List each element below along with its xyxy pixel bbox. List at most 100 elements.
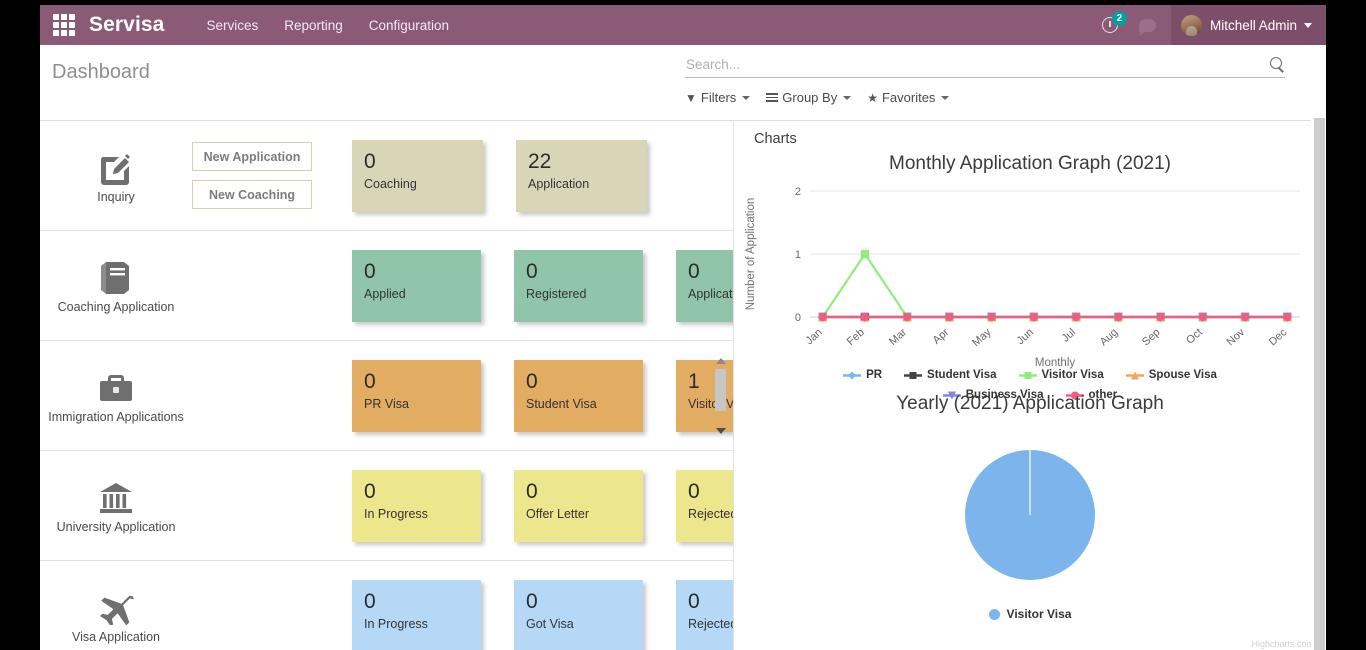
chat-bubble-icon [1139,18,1157,36]
kpi-label: Rejected [688,616,734,631]
svg-text:2: 2 [795,186,801,198]
messages-menu[interactable] [1129,5,1167,45]
favorites-dropdown[interactable]: ★ Favorites [867,90,950,105]
legend-item[interactable]: PR [843,369,882,381]
svg-text:Number of Application: Number of Application [745,198,757,311]
dashboard-row-visa-application: Visa Application 0 In Progress 0 Got Vis… [40,561,733,650]
legend-item[interactable]: Visitor Visa [1018,369,1104,381]
legend-symbol-icon [904,370,923,381]
kpi-card-coaching[interactable]: 0 Coaching [352,139,483,212]
kpi-card-pr-visa[interactable]: 0 PR Visa [352,359,481,432]
chevron-down-icon [1304,22,1312,28]
kpi-label: Application [528,176,590,191]
dashboard-content: Inquiry New Application New Coaching 0 C… [40,121,1326,650]
briefcase-icon [97,367,135,405]
kpi-label: PR Visa [364,396,409,411]
kpi-card-application[interactable]: 22 Application [516,139,647,212]
kpi-label: In Progress [364,616,428,631]
category-label: University Application [56,519,176,534]
svg-text:Sep: Sep [1140,326,1163,348]
dashboard-row-inquiry: Inquiry New Application New Coaching 0 C… [40,121,733,231]
apps-grid-icon[interactable] [53,14,75,36]
brand-logo[interactable]: Servisa [89,13,164,37]
kpi-value: 0 [526,589,538,613]
kpi-card-offer-letter[interactable]: 0 Offer Letter [514,469,643,542]
legend-item[interactable]: Student Visa [904,369,997,381]
kpi-card-rejected[interactable]: 0 Rejected [676,469,734,542]
svg-text:Oct: Oct [1184,326,1205,346]
list-lines-icon [766,91,779,105]
kpi-value: 0 [688,589,700,613]
inquiry-cards: 0 Coaching 22 Application [352,139,647,212]
filters-label: Filters [700,90,737,105]
kpi-card-student-visa[interactable]: 0 Student Visa [514,359,643,432]
search-icon[interactable] [1270,57,1285,72]
kpi-card-in-progress[interactable]: 0 In Progress [352,579,481,650]
legend-label: Visitor Visa [1006,607,1072,621]
monthly-chart-title: Monthly Application Graph (2021) [889,153,1171,174]
pencil-square-icon [98,147,134,185]
activity-count-badge: 2 [1111,11,1127,26]
kpi-card-registered[interactable]: 0 Registered [514,249,643,322]
kpi-card-rejected[interactable]: 0 Rejected [676,579,734,650]
top-navbar: Servisa Services Reporting Configuration… [40,5,1326,45]
kpi-label: Rejected [688,506,734,521]
legend-color-dot [988,608,1000,620]
scroll-down-arrow-icon[interactable] [715,427,726,434]
new-application-button[interactable]: New Application [192,142,312,171]
visa-cards: 0 In Progress 0 Got Visa 0 Rejected [352,579,734,650]
favorites-label: Favorites [881,90,936,105]
kpi-value: 0 [364,259,376,283]
nav-item-reporting[interactable]: Reporting [284,18,343,33]
svg-text:Nov: Nov [1225,326,1248,348]
category-inquiry: Inquiry [42,147,190,205]
kpi-label: Student Visa [526,396,597,411]
category-coaching-application: Coaching Application [42,257,190,315]
svg-text:Jun: Jun [1015,326,1036,347]
kpi-label: Application [688,286,733,301]
category-university-application: University Application [42,477,190,535]
immigration-row-scrollbar[interactable] [712,357,729,434]
chevron-down-icon [843,95,852,100]
nav-item-services[interactable]: Services [206,18,258,33]
yearly-chart-legend[interactable]: Visitor Visa [734,607,1326,621]
filters-dropdown[interactable]: ▼ Filters [685,90,751,105]
yearly-chart-canvas [965,450,1095,580]
highcharts-credit: Highcharts.com [1251,639,1314,649]
scroll-up-arrow-icon[interactable] [715,357,726,364]
legend-item[interactable]: Spouse Visa [1125,369,1217,381]
avatar [1180,14,1202,36]
search-bar[interactable] [685,55,1285,78]
new-coaching-button[interactable]: New Coaching [192,180,312,209]
category-label: Immigration Applications [48,409,184,424]
search-input[interactable] [685,55,1270,74]
browser-viewport: Servisa Services Reporting Configuration… [40,5,1326,650]
control-panel: Dashboard ▼ Filters Group By ★ [40,45,1326,121]
nav-item-configuration[interactable]: Configuration [369,18,449,33]
group-by-dropdown[interactable]: Group By [766,90,852,105]
svg-text:Feb: Feb [845,326,867,348]
user-name-label: Mitchell Admin [1209,17,1297,33]
scrollbar-thumb[interactable] [715,368,726,411]
category-immigration-applications: Immigration Applications [42,367,190,425]
kpi-card-applied[interactable]: 0 Applied [352,249,481,322]
dashboard-row-coaching-application: Coaching Application 0 Applied 0 Registe… [40,231,733,341]
kpi-value: 0 [526,259,538,283]
charts-section-label: Charts [754,131,797,147]
kpi-panel: Inquiry New Application New Coaching 0 C… [40,121,734,650]
page-scrollbar[interactable] [1311,118,1326,650]
kpi-label: Coaching [364,176,417,191]
kpi-card-got-visa[interactable]: 0 Got Visa [514,579,643,650]
legend-symbol-icon [1125,370,1144,381]
chevron-down-icon [742,95,751,100]
activity-menu[interactable]: 2 [1091,5,1129,45]
kpi-label: Offer Letter [526,506,589,521]
legend-label: PR [866,369,883,381]
svg-text:Monthly: Monthly [1035,357,1076,369]
navbar-right-group: 2 Mitchell Admin [1091,5,1326,45]
page-scrollbar-thumb[interactable] [1314,118,1325,650]
kpi-card-application[interactable]: 0 Application [676,249,733,322]
user-menu[interactable]: Mitchell Admin [1170,5,1326,45]
kpi-value: 0 [364,589,376,613]
kpi-card-in-progress[interactable]: 0 In Progress [352,469,481,542]
